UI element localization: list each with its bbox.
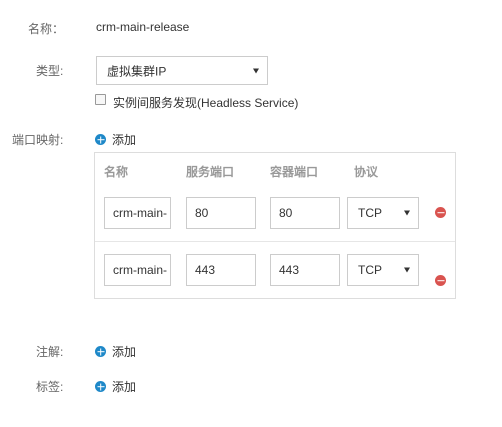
type-select-value: 虚拟集群IP [107, 64, 167, 78]
headless-checkbox[interactable] [95, 94, 106, 105]
add-port-label: 添加 [112, 133, 137, 147]
column-header-container-port: 容器端口 [270, 165, 319, 179]
port-mapping-table: 名称 服务端口 容器端口 协议 crm-main- 80 80 TCP crm-… [94, 152, 456, 299]
container-port-value: 443 [279, 263, 300, 277]
port-name-value: crm-main- [113, 206, 167, 220]
column-header-service-port: 服务端口 [186, 165, 235, 179]
add-tag-label: 添加 [112, 380, 137, 394]
add-tag-button[interactable]: 添加 [95, 378, 136, 395]
plus-circle-icon [95, 346, 106, 357]
add-annotation-label: 添加 [112, 345, 137, 359]
type-label: 类型: [36, 64, 64, 78]
protocol-value: TCP [358, 206, 382, 220]
name-value: crm-main-release [96, 20, 190, 34]
column-header-protocol: 协议 [354, 165, 379, 179]
container-port-input[interactable]: 80 [270, 197, 340, 229]
add-annotation-button[interactable]: 添加 [95, 343, 136, 360]
chevron-down-icon [404, 210, 410, 216]
service-port-value: 443 [195, 263, 216, 277]
headless-label: 实例间服务发现(Headless Service) [113, 96, 299, 110]
type-select[interactable]: 虚拟集群IP [96, 56, 268, 85]
service-port-input[interactable]: 80 [186, 197, 256, 229]
row-divider [95, 241, 455, 242]
service-port-input[interactable]: 443 [186, 254, 256, 286]
protocol-value: TCP [358, 263, 382, 277]
annotation-label: 注解: [36, 345, 64, 359]
port-name-value: crm-main- [113, 263, 167, 277]
container-port-input[interactable]: 443 [270, 254, 340, 286]
port-name-input[interactable]: crm-main- [104, 254, 171, 286]
name-label: 名称： [28, 22, 65, 36]
chevron-down-icon [253, 68, 259, 73]
port-mapping-label: 端口映射: [12, 133, 64, 147]
service-port-value: 80 [195, 206, 209, 220]
tags-label: 标签: [36, 380, 64, 394]
protocol-select[interactable]: TCP [347, 254, 419, 286]
chevron-down-icon [404, 267, 410, 273]
remove-port-icon[interactable] [435, 275, 446, 286]
column-header-name: 名称 [104, 165, 129, 179]
add-port-button[interactable]: 添加 [95, 131, 136, 148]
remove-port-icon[interactable] [435, 207, 446, 218]
plus-circle-icon [95, 134, 106, 145]
plus-circle-icon [95, 381, 106, 392]
port-name-input[interactable]: crm-main- [104, 197, 171, 229]
container-port-value: 80 [279, 206, 293, 220]
protocol-select[interactable]: TCP [347, 197, 419, 229]
